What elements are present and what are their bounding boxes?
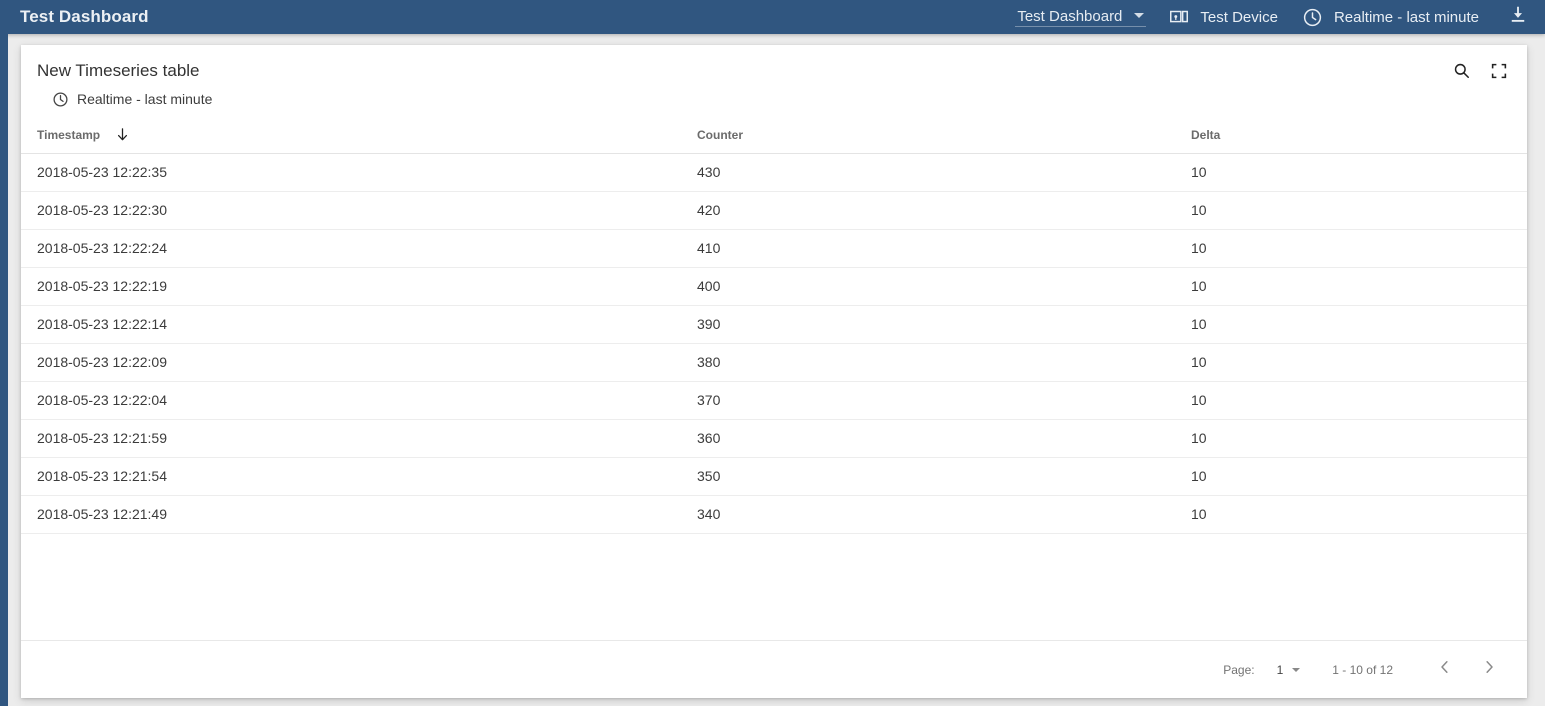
table-header-row: Timestamp Counter Delta <box>21 117 1527 154</box>
cell-delta: 10 <box>1175 229 1527 268</box>
cell-counter: 340 <box>681 495 1175 534</box>
table-head: Timestamp Counter Delta <box>21 117 1527 154</box>
chevron-down-icon <box>1292 667 1301 672</box>
cell-delta: 10 <box>1175 457 1527 496</box>
column-header-counter-label: Counter <box>697 127 743 142</box>
cell-timestamp: 2018-05-23 12:22:14 <box>21 305 681 344</box>
table-row[interactable]: 2018-05-23 12:21:54 350 10 <box>21 457 1527 496</box>
clock-icon <box>1302 6 1324 28</box>
table-body: 2018-05-23 12:22:35 430 10 2018-05-23 12… <box>21 153 1527 534</box>
column-header-delta[interactable]: Delta <box>1175 117 1527 154</box>
cell-delta: 10 <box>1175 381 1527 420</box>
column-header-counter[interactable]: Counter <box>681 117 1175 154</box>
cell-delta: 10 <box>1175 267 1527 306</box>
timeseries-table-widget: New Timeseries table Realtime - last min… <box>21 45 1527 698</box>
widget-subtitle-text: Realtime - last minute <box>77 91 213 107</box>
cell-timestamp: 2018-05-23 12:22:04 <box>21 381 681 420</box>
chevron-left-icon <box>1436 658 1454 681</box>
column-header-timestamp-label: Timestamp <box>37 127 101 142</box>
download-button[interactable] <box>1503 2 1533 32</box>
column-header-timestamp[interactable]: Timestamp <box>21 117 681 154</box>
chevron-down-icon <box>1134 13 1145 18</box>
cell-delta: 10 <box>1175 191 1527 230</box>
paginator-next-button[interactable] <box>1475 656 1503 684</box>
clock-icon <box>52 91 69 108</box>
paginator-page-label: Page: <box>1223 662 1255 677</box>
table-row[interactable]: 2018-05-23 12:21:49 340 10 <box>21 495 1527 534</box>
page-title: Test Dashboard <box>20 7 149 26</box>
fullscreen-button[interactable] <box>1485 59 1513 87</box>
table-row[interactable]: 2018-05-23 12:22:04 370 10 <box>21 381 1527 420</box>
paginator-page-select[interactable]: 1 <box>1277 663 1301 677</box>
cell-counter: 360 <box>681 419 1175 458</box>
cell-counter: 420 <box>681 191 1175 230</box>
table-container: Timestamp Counter Delta 2018-05-23 12:22… <box>21 117 1527 640</box>
search-icon <box>1452 61 1471 85</box>
column-header-delta-label: Delta <box>1191 127 1221 142</box>
cell-counter: 370 <box>681 381 1175 420</box>
table-row[interactable]: 2018-05-23 12:21:59 360 10 <box>21 419 1527 458</box>
paginator-range-label: 1 - 10 of 12 <box>1332 662 1393 677</box>
fullscreen-icon <box>1490 62 1508 85</box>
cell-timestamp: 2018-05-23 12:22:35 <box>21 153 681 192</box>
table-row[interactable]: 2018-05-23 12:22:35 430 10 <box>21 153 1527 192</box>
sidebar-collapsed-strip <box>0 0 8 706</box>
cell-timestamp: 2018-05-23 12:21:49 <box>21 495 681 534</box>
timeseries-table: Timestamp Counter Delta 2018-05-23 12:22… <box>21 117 1527 534</box>
table-row[interactable]: 2018-05-23 12:22:24 410 10 <box>21 229 1527 268</box>
widget-header: New Timeseries table Realtime - last min… <box>21 45 1527 117</box>
widget-title: New Timeseries table <box>37 61 200 80</box>
chevron-right-icon <box>1480 658 1498 681</box>
cell-delta: 10 <box>1175 305 1527 344</box>
cell-timestamp: 2018-05-23 12:22:09 <box>21 343 681 382</box>
devices-icon <box>1168 6 1190 28</box>
cell-counter: 410 <box>681 229 1175 268</box>
cell-counter: 430 <box>681 153 1175 192</box>
device-selector-label: Test Device <box>1200 8 1278 26</box>
cell-counter: 390 <box>681 305 1175 344</box>
cell-timestamp: 2018-05-23 12:22:19 <box>21 267 681 306</box>
table-row[interactable]: 2018-05-23 12:22:14 390 10 <box>21 305 1527 344</box>
paginator: Page: 1 1 - 10 of 12 <box>21 640 1527 698</box>
cell-delta: 10 <box>1175 495 1527 534</box>
widget-subtitle: Realtime - last minute <box>52 90 1511 108</box>
search-button[interactable] <box>1447 59 1475 87</box>
cell-delta: 10 <box>1175 153 1527 192</box>
table-row[interactable]: 2018-05-23 12:22:30 420 10 <box>21 191 1527 230</box>
cell-counter: 380 <box>681 343 1175 382</box>
cell-timestamp: 2018-05-23 12:21:54 <box>21 457 681 496</box>
table-row[interactable]: 2018-05-23 12:22:19 400 10 <box>21 267 1527 306</box>
dashboard-select[interactable]: Test Dashboard <box>1015 7 1147 27</box>
paginator-prev-button[interactable] <box>1431 656 1459 684</box>
cell-delta: 10 <box>1175 419 1527 458</box>
toolbar-controls: Test Dashboard Test Device Realtime - la… <box>1015 0 1545 34</box>
paginator-page-value: 1 <box>1276 662 1284 677</box>
paginator-nav <box>1431 656 1503 684</box>
device-selector[interactable]: Test Device <box>1168 6 1278 28</box>
cell-counter: 350 <box>681 457 1175 496</box>
timewindow-selector[interactable]: Realtime - last minute <box>1302 6 1479 28</box>
app-root: Test Dashboard Test Dashboard Test Devic… <box>0 0 1545 706</box>
cell-timestamp: 2018-05-23 12:22:24 <box>21 229 681 268</box>
cell-delta: 10 <box>1175 343 1527 382</box>
table-row[interactable]: 2018-05-23 12:22:09 380 10 <box>21 343 1527 382</box>
cell-timestamp: 2018-05-23 12:22:30 <box>21 191 681 230</box>
widget-actions <box>1447 59 1513 87</box>
dashboard-select-label: Test Dashboard <box>1017 7 1123 25</box>
download-icon <box>1507 4 1529 31</box>
cell-counter: 400 <box>681 267 1175 306</box>
top-toolbar: Test Dashboard Test Dashboard Test Devic… <box>0 0 1545 34</box>
timewindow-label: Realtime - last minute <box>1333 8 1479 26</box>
arrow-down-icon <box>114 126 131 143</box>
cell-timestamp: 2018-05-23 12:21:59 <box>21 419 681 458</box>
